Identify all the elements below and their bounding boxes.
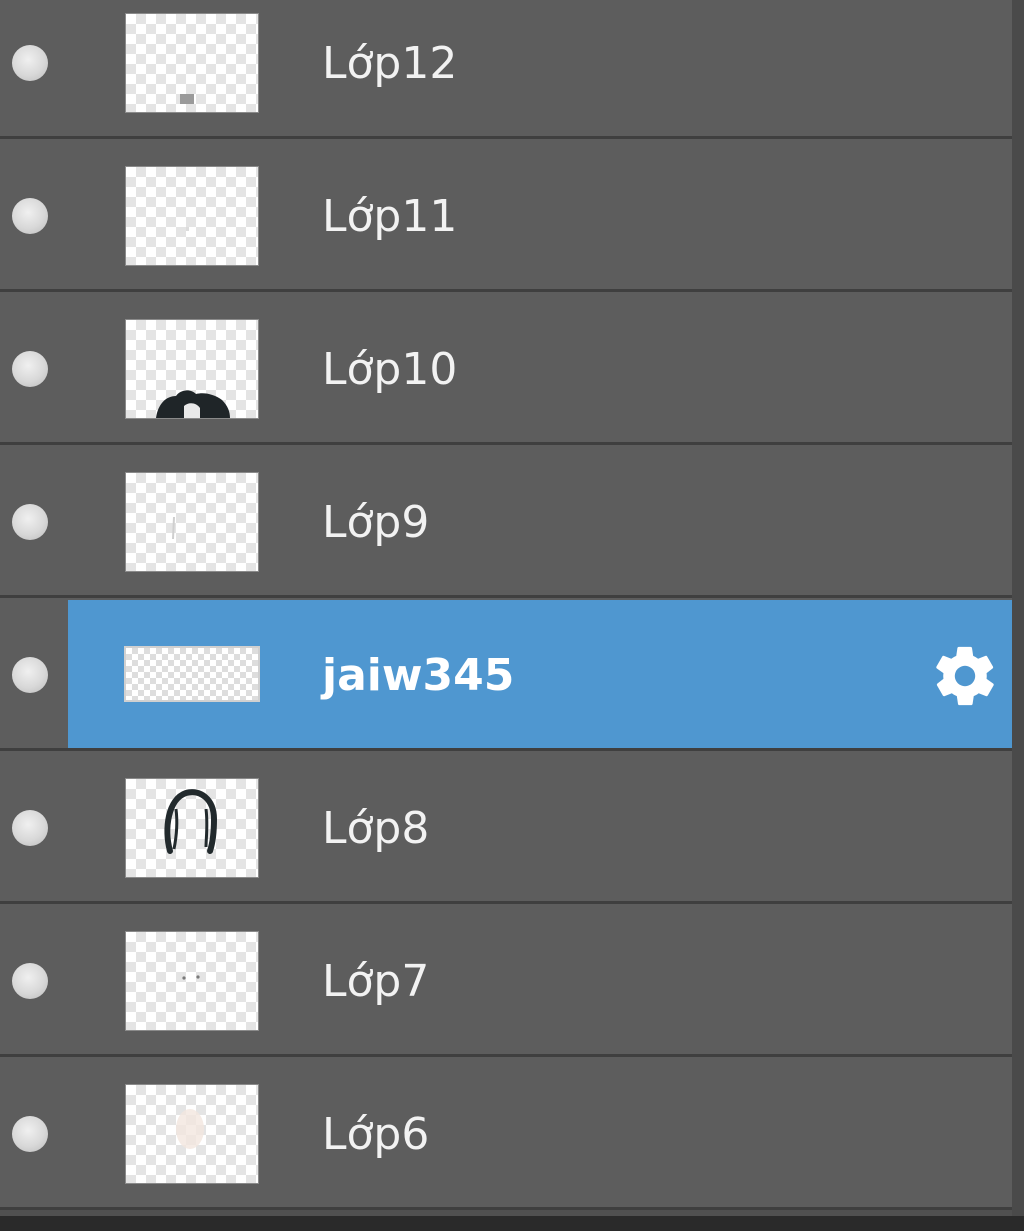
layer-row-lop7[interactable]: Lớp7 <box>0 904 1012 1057</box>
visibility-toggle-icon[interactable] <box>12 45 48 81</box>
faint-line-thumbnail-icon <box>172 516 175 540</box>
dark-hair-top-thumbnail-icon <box>156 390 230 418</box>
layer-thumbnail <box>126 779 258 877</box>
layer-row-lop9[interactable]: Lớp9 <box>0 445 1012 598</box>
layer-name: jaiw345 <box>322 650 515 701</box>
visibility-toggle-icon[interactable] <box>12 810 48 846</box>
layer-name: Lớp8 <box>322 803 430 854</box>
layers-list: Lớp12 Lớp11 Lớp10 Lớp9 jaiw345 Lớp8 Lớp7… <box>0 0 1012 1210</box>
layer-name: Lớp7 <box>322 956 430 1007</box>
hair-outline-thumbnail-icon <box>164 789 218 854</box>
empty-thumbnail-icon <box>186 227 189 231</box>
faint-skin-shape-thumbnail-icon <box>176 1109 204 1149</box>
layer-row-lop8[interactable]: Lớp8 <box>0 751 1012 904</box>
layer-row-jaiw345[interactable]: jaiw345 <box>0 598 1012 751</box>
layer-thumbnail <box>126 473 258 571</box>
layer-thumbnail <box>126 1085 258 1183</box>
visibility-toggle-icon[interactable] <box>12 504 48 540</box>
layers-panel: Lớp12 Lớp11 Lớp10 Lớp9 jaiw345 Lớp8 Lớp7… <box>0 0 1024 1231</box>
visibility-toggle-icon[interactable] <box>12 198 48 234</box>
layer-row-lop11[interactable]: Lớp11 <box>0 139 1012 292</box>
visibility-toggle-icon[interactable] <box>12 963 48 999</box>
visibility-toggle-icon[interactable] <box>12 351 48 387</box>
scrollbar-track[interactable] <box>1012 0 1024 1231</box>
layer-name: Lớp12 <box>322 38 458 89</box>
layer-row-lop6[interactable]: Lớp6 <box>0 1057 1012 1210</box>
layer-row-lop12[interactable]: Lớp12 <box>0 0 1012 139</box>
layer-thumbnail <box>126 932 258 1030</box>
layer-thumbnail <box>126 320 258 418</box>
small-gray-mark-thumbnail-icon <box>180 94 194 104</box>
visibility-toggle-icon[interactable] <box>12 1116 48 1152</box>
layer-thumbnail <box>126 167 258 265</box>
layer-thumbnail <box>126 648 258 700</box>
panel-bottom-bar <box>0 1216 1024 1231</box>
layer-name: Lớp6 <box>322 1109 430 1160</box>
tiny-dots-thumbnail-icon <box>182 975 200 980</box>
layer-name: Lớp11 <box>322 191 458 242</box>
gear-icon[interactable] <box>930 641 1000 711</box>
layer-name: Lớp10 <box>322 344 458 395</box>
layer-name: Lớp9 <box>322 497 430 548</box>
visibility-toggle-icon[interactable] <box>12 657 48 693</box>
layer-thumbnail <box>126 14 258 112</box>
layer-row-lop10[interactable]: Lớp10 <box>0 292 1012 445</box>
